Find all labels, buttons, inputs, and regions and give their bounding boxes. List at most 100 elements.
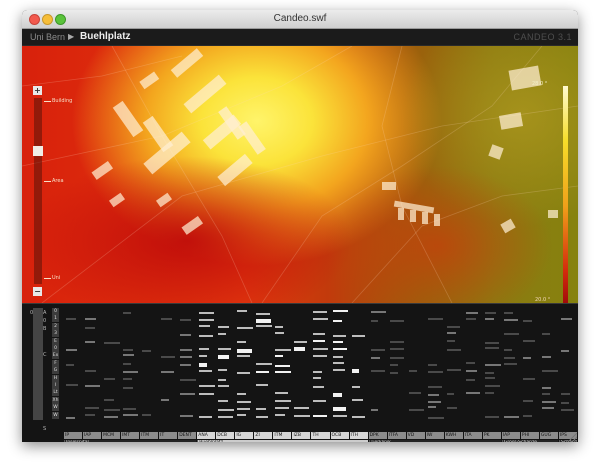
column-header[interactable]: IAP (501, 432, 520, 439)
column-header[interactable]: IMT (121, 432, 140, 439)
column-header[interactable]: PHI (520, 432, 539, 439)
matrix-cell (484, 371, 494, 374)
row-label[interactable]: G (52, 367, 59, 375)
matrix-cell (560, 318, 572, 321)
row-label[interactable]: Lt (52, 389, 59, 397)
row-label[interactable]: Ex (52, 352, 59, 360)
matrix-cell (560, 401, 570, 404)
matrix-cell (180, 356, 192, 359)
breadcrumb-root[interactable]: Uni Bern (30, 32, 65, 42)
column-header[interactable]: DENT (178, 432, 197, 439)
matrix-cell (313, 400, 326, 403)
row-label[interactable]: 0 (52, 308, 59, 315)
matrix-cell (351, 415, 366, 418)
column-header[interactable]: ITM (273, 432, 292, 439)
matrix-cell (180, 364, 192, 367)
group-header[interactable]: Inselspital (64, 440, 197, 442)
matrix-cell (484, 392, 494, 395)
matrix-cell (541, 355, 552, 358)
matrix-cell (275, 364, 291, 367)
matrix-cell (484, 347, 499, 350)
column-header[interactable]: ITFA (387, 432, 406, 439)
column-header[interactable]: OCB (330, 432, 349, 439)
matrix-cell (446, 369, 461, 372)
matrix-cell (275, 332, 284, 335)
row-label[interactable]: E (52, 337, 59, 345)
zoom-out-button[interactable]: − (33, 287, 42, 296)
matrix-cell (218, 400, 228, 403)
window-titlebar[interactable]: Candeo.swf (22, 10, 578, 29)
matrix-cell (541, 393, 551, 396)
column-header[interactable]: ANA (197, 432, 216, 439)
matrix-cell (370, 319, 379, 322)
matrix-cell (142, 349, 151, 352)
matrix-cell (256, 407, 266, 410)
group-header[interactable]: Buehlplatz (197, 440, 368, 442)
row-label[interactable]: 3 (52, 330, 59, 338)
zoom-slider-handle[interactable] (33, 146, 43, 156)
zoom-slider-track[interactable] (34, 98, 42, 284)
matrix-cell (123, 349, 133, 352)
column-header[interactable]: IT (159, 432, 178, 439)
column-header[interactable]: ITA (463, 432, 482, 439)
column-header[interactable]: IW (425, 432, 444, 439)
matrix-cell (446, 325, 461, 328)
side-labels: 0 A 0 B C S (30, 308, 52, 432)
column-header[interactable]: PK (482, 432, 501, 439)
app-brand: CANDEO 3.1 (513, 32, 572, 42)
matrix-cell (275, 370, 291, 373)
matrix-cell (370, 310, 386, 313)
row-label[interactable]: F (52, 359, 59, 367)
zoom-label-building: Building (52, 98, 73, 104)
matrix-cell (313, 347, 328, 350)
side-label: A (43, 310, 47, 316)
matrix-cell (313, 377, 322, 380)
row-label[interactable]: 1 (52, 315, 59, 323)
matrix-cell (484, 311, 497, 314)
column-header[interactable]: DPK (368, 432, 387, 439)
matrix-cell (370, 357, 381, 360)
matrix-cell (313, 318, 328, 321)
group-header[interactable]: Gross-Schanze (501, 440, 558, 442)
column-header[interactable]: TH (311, 432, 330, 439)
matrix-cell (104, 416, 119, 419)
matrix-cell (465, 391, 481, 394)
app-header: Uni Bern ▶ Buehlplatz CANDEO 3.1 (22, 29, 578, 46)
column-header[interactable]: IP (64, 432, 83, 439)
column-header[interactable]: IZB (292, 432, 311, 439)
column-header[interactable]: ZI (254, 432, 273, 439)
group-headers: InselspitalBuehlplatzTierklinikGross-Sch… (64, 440, 578, 442)
matrix-cell (294, 407, 310, 410)
matrix-cell (541, 370, 558, 373)
column-header[interactable]: ITH (349, 432, 368, 439)
zoom-control[interactable]: + − Building Area Uni (30, 86, 72, 296)
resize-handle[interactable] (569, 433, 577, 441)
row-label[interactable]: 0 (52, 345, 59, 352)
row-label[interactable]: Xh (52, 396, 59, 404)
row-label[interactable]: I (52, 382, 59, 389)
zoom-in-button[interactable]: + (33, 86, 42, 95)
row-label[interactable]: 2 (52, 322, 59, 330)
group-header[interactable]: Tierklinik (368, 440, 501, 442)
row-label[interactable]: W (52, 404, 59, 412)
column-header[interactable]: KWH (444, 432, 463, 439)
matrix-cell (446, 393, 455, 396)
matrix-cell (180, 378, 196, 381)
column-header[interactable]: ITM (140, 432, 159, 439)
column-header[interactable]: VD (406, 432, 425, 439)
matrix-cell (218, 384, 229, 387)
matrix-cell (199, 392, 214, 395)
column-header[interactable]: IG (235, 432, 254, 439)
column-header[interactable]: IAP (83, 432, 102, 439)
column-header[interactable]: GUG (539, 432, 558, 439)
matrix-cell (85, 414, 95, 416)
matrix-cell (218, 325, 230, 328)
matrix-cell (104, 341, 120, 344)
column-header[interactable]: DCB (216, 432, 235, 439)
row-label[interactable]: W (52, 411, 59, 419)
column-header[interactable]: MCM (102, 432, 121, 439)
heat-map[interactable]: + − Building Area Uni 28.0 ° 20.0 ° (22, 46, 578, 303)
matrix-cell (275, 391, 289, 394)
row-label[interactable]: H (52, 374, 59, 382)
matrix-cell (66, 317, 76, 320)
